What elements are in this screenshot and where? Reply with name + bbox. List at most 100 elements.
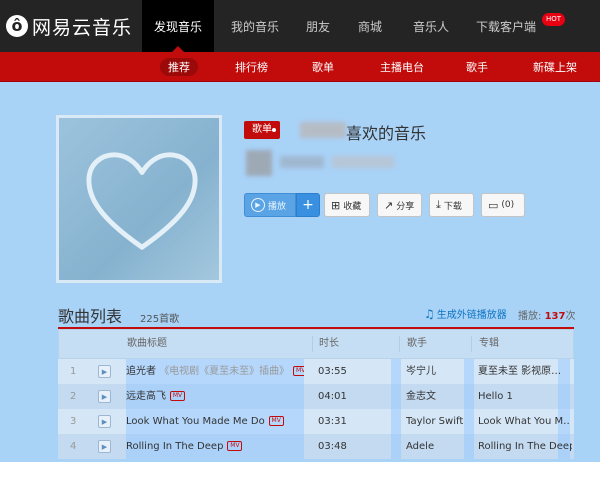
- top-navigation: ô 网易云音乐 发现音乐 我的音乐 朋友 商城 音乐人 下载客户端 HOT: [0, 0, 600, 52]
- song-title: 远走高飞: [126, 391, 166, 402]
- song-artist[interactable]: 岑宁儿: [406, 359, 466, 384]
- playlist-title: 喜欢的音乐: [346, 124, 427, 143]
- song-table: 歌曲标题 时长 歌手 专辑 1 ▶ 追光者 《电视剧《夏至未至》插曲》 MV 03…: [58, 329, 574, 459]
- comment-count: (0): [501, 200, 515, 210]
- song-title: 追光者: [126, 366, 156, 377]
- song-album[interactable]: Look What You M…: [478, 409, 570, 434]
- play-count-label: 播放:: [518, 311, 542, 322]
- song-title-cell[interactable]: Rolling In The Deep MV: [126, 434, 304, 459]
- song-album[interactable]: Rolling In The Deep: [478, 434, 572, 459]
- song-duration: 03:48: [318, 441, 347, 452]
- nav-my-music[interactable]: 我的音乐: [222, 0, 288, 52]
- subnav-radio[interactable]: 主播电台: [380, 52, 424, 82]
- row-highlight: [391, 409, 401, 434]
- playlist-cover: [56, 115, 222, 283]
- song-duration: 03:31: [318, 416, 347, 427]
- mv-icon[interactable]: MV: [268, 416, 284, 426]
- header-artist: 歌手: [407, 338, 427, 349]
- creator-avatar[interactable]: [246, 150, 272, 176]
- table-header: 歌曲标题 时长 歌手 专辑: [58, 329, 574, 359]
- play-count: 播放: 137次: [518, 307, 575, 322]
- row-highlight: [391, 384, 401, 409]
- header-divider: [399, 336, 400, 352]
- table-row[interactable]: 2 ▶ 远走高飞 MV 04:01 金志文 Hello 1: [58, 384, 574, 409]
- subnav-playlists[interactable]: 歌单: [312, 52, 334, 82]
- nav-musician[interactable]: 音乐人: [404, 0, 458, 52]
- song-artist[interactable]: Taylor Swift: [406, 409, 470, 434]
- song-subtitle: 《电视剧《夏至未至》插曲》: [159, 366, 290, 377]
- song-title-cell[interactable]: 追光者 《电视剧《夏至未至》插曲》 MV: [126, 359, 304, 384]
- blurred-create-date: [332, 156, 394, 168]
- row-highlight: [391, 434, 401, 459]
- play-icon[interactable]: ▶: [98, 440, 111, 453]
- table-row[interactable]: 4 ▶ Rolling In The Deep MV 03:48 Adele Ro…: [58, 434, 574, 459]
- nav-discover[interactable]: 发现音乐: [142, 0, 214, 52]
- comment-icon: ▭: [488, 198, 499, 212]
- song-album[interactable]: 夏至未至 影视原…: [478, 359, 570, 384]
- play-icon[interactable]: ▶: [98, 390, 111, 403]
- subnav-recommend[interactable]: 推荐: [160, 52, 198, 82]
- share-icon: ↗: [384, 198, 394, 212]
- favorite-button-label: 收藏: [343, 201, 362, 212]
- play-icon[interactable]: ▶: [98, 365, 111, 378]
- share-button[interactable]: ↗ 分享: [377, 193, 422, 217]
- header-duration: 时长: [319, 338, 339, 349]
- mv-icon[interactable]: MV: [293, 366, 304, 376]
- play-count-unit: 次: [565, 311, 576, 322]
- song-list-title: 歌曲列表: [58, 307, 123, 326]
- blurred-creator-name[interactable]: [280, 156, 324, 168]
- song-artist[interactable]: 金志文: [406, 384, 466, 409]
- subnav-charts[interactable]: 排行榜: [235, 52, 268, 82]
- song-artist[interactable]: Adele: [406, 434, 466, 459]
- play-circle-icon: ▶: [251, 198, 265, 212]
- song-title-cell[interactable]: Look What You Made Me Do MV: [126, 409, 312, 434]
- folder-plus-icon: ⊞: [331, 198, 341, 212]
- favorite-button[interactable]: ⊞ 收藏: [324, 193, 370, 217]
- nav-friends[interactable]: 朋友: [296, 0, 340, 52]
- logo[interactable]: ô 网易云音乐: [6, 12, 132, 40]
- subnav-recommend-label: 推荐: [160, 58, 198, 76]
- download-icon: ⤓: [436, 198, 441, 211]
- subnav-artists[interactable]: 歌手: [466, 52, 488, 82]
- page-bottom-edge: [0, 462, 600, 480]
- play-button[interactable]: ▶ 播放: [244, 193, 296, 217]
- table-row[interactable]: 1 ▶ 追光者 《电视剧《夏至未至》插曲》 MV 03:55 岑宁儿 夏至未至 影…: [58, 359, 574, 384]
- nav-download-client[interactable]: 下载客户端: [470, 0, 542, 52]
- mv-icon[interactable]: MV: [227, 441, 243, 451]
- add-to-queue-button[interactable]: +: [296, 193, 320, 217]
- row-highlight: [391, 359, 401, 384]
- song-index: 2: [70, 391, 77, 402]
- table-row[interactable]: 3 ▶ Look What You Made Me Do MV 03:31 Tay…: [58, 409, 574, 434]
- playlist-tag: 歌单: [244, 121, 280, 139]
- song-album[interactable]: Hello 1: [478, 384, 570, 409]
- music-note-icon: ♫: [424, 306, 435, 321]
- external-player-label: 生成外链播放器: [436, 310, 507, 321]
- sub-navigation: 推荐 排行榜 歌单 主播电台 歌手 新碟上架: [0, 52, 600, 82]
- song-index: 1: [70, 366, 77, 377]
- header-divider: [312, 336, 313, 352]
- header-title: 歌曲标题: [127, 338, 167, 349]
- blurred-username: [300, 122, 346, 138]
- song-count: 225首歌: [140, 314, 180, 325]
- song-duration: 04:01: [318, 391, 347, 402]
- song-title: Look What You Made Me Do: [126, 416, 265, 427]
- netease-music-logo-icon: ô: [6, 15, 28, 37]
- download-button[interactable]: ⤓ 下载: [429, 193, 474, 217]
- logo-text: 网易云音乐: [32, 16, 133, 39]
- play-button-label: 播放: [268, 201, 287, 212]
- subnav-new-albums[interactable]: 新碟上架: [533, 52, 577, 82]
- song-index: 4: [70, 441, 77, 452]
- mv-icon[interactable]: MV: [170, 391, 185, 401]
- song-title-cell[interactable]: 远走高飞 MV: [126, 384, 304, 409]
- header-divider: [471, 336, 472, 352]
- download-button-label: 下载: [443, 201, 462, 212]
- comment-button[interactable]: ▭ (0): [481, 193, 525, 217]
- nav-store[interactable]: 商城: [348, 0, 392, 52]
- header-album: 专辑: [479, 338, 499, 349]
- share-button-label: 分享: [396, 201, 415, 212]
- song-title: Rolling In The Deep: [126, 441, 224, 452]
- external-player-link[interactable]: ♫ 生成外链播放器: [424, 306, 507, 322]
- heart-icon: [86, 152, 198, 250]
- play-count-value: 137: [544, 311, 566, 322]
- play-icon[interactable]: ▶: [98, 415, 111, 428]
